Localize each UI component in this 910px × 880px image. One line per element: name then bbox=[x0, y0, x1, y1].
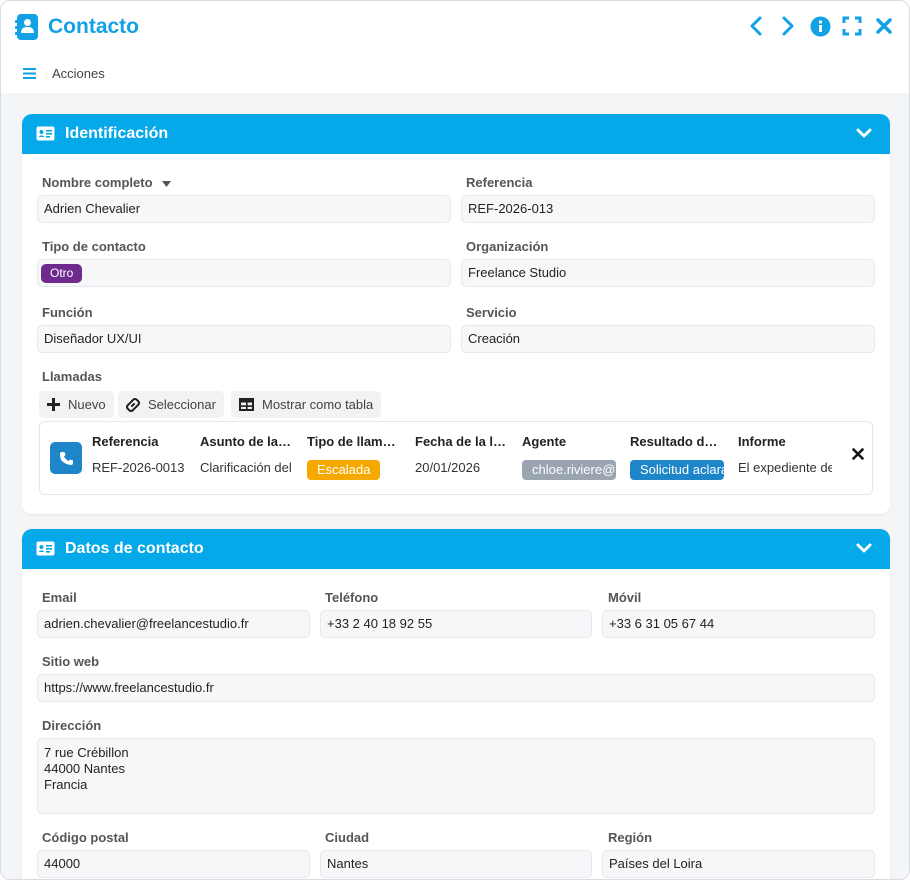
tipo-contacto-label: Tipo de contacto bbox=[42, 239, 146, 254]
col-header: Referencia bbox=[92, 434, 159, 449]
funcion-field[interactable]: Diseñador UX/UI bbox=[37, 325, 451, 353]
nuevo-button[interactable]: Nuevo bbox=[39, 391, 114, 418]
seleccionar-button[interactable]: Seleccionar bbox=[118, 391, 224, 418]
cell-informe: El expediente del bbox=[738, 460, 832, 475]
fullscreen-button[interactable] bbox=[841, 15, 863, 37]
movil-field[interactable]: +33 6 31 05 67 44 bbox=[602, 610, 875, 638]
contact-panel: Datos de contacto Email adrien.chevalier… bbox=[22, 529, 890, 879]
contact-panel-header[interactable]: Datos de contacto bbox=[22, 529, 890, 569]
servicio-label: Servicio bbox=[466, 305, 517, 320]
cell-referencia: REF-2026-0013 bbox=[92, 460, 185, 475]
tipo-contacto-tag: Otro bbox=[41, 264, 83, 283]
telefono-label: Teléfono bbox=[325, 590, 379, 605]
funcion-label: Función bbox=[42, 305, 93, 320]
region-field[interactable]: Países del Loira bbox=[602, 850, 875, 878]
cp-field[interactable]: 44000 bbox=[37, 850, 310, 878]
region-label: Región bbox=[608, 830, 653, 845]
col-header: Resultado de la llamada bbox=[630, 434, 724, 449]
email-field[interactable]: adrien.chevalier@freelancestudio.fr bbox=[37, 610, 310, 638]
id-card-icon bbox=[36, 541, 55, 556]
referencia-label: Referencia bbox=[466, 175, 533, 190]
ciudad-label: Ciudad bbox=[325, 830, 370, 845]
col-header: Informe bbox=[738, 434, 786, 449]
caret-down-icon bbox=[162, 180, 172, 187]
link-icon bbox=[126, 397, 140, 412]
window-controls bbox=[745, 15, 895, 37]
next-record-button[interactable] bbox=[777, 15, 799, 37]
nombre-field[interactable]: Adrien Chevalier bbox=[37, 195, 451, 223]
previous-record-button[interactable] bbox=[745, 15, 767, 37]
id-card-icon bbox=[36, 126, 55, 141]
resultado-badge: Solicitud aclaración bbox=[630, 460, 724, 480]
table-icon bbox=[239, 398, 254, 411]
close-icon bbox=[876, 18, 892, 34]
remove-llamada-icon[interactable] bbox=[852, 448, 864, 460]
movil-label: Móvil bbox=[608, 590, 642, 605]
col-header: Asunto de la llamada bbox=[200, 434, 294, 449]
col-agente: Agente chloe.riviere@ bbox=[522, 434, 616, 484]
nombre-label[interactable]: Nombre completo bbox=[42, 175, 172, 191]
tipo-contacto-field[interactable]: Otro bbox=[37, 259, 451, 287]
plus-icon bbox=[47, 398, 60, 411]
cp-label: Código postal bbox=[42, 830, 129, 845]
email-label: Email bbox=[42, 590, 77, 605]
cell-asunto: Clarificación del expediente bbox=[200, 460, 294, 475]
col-referencia: Referencia REF-2026-0013 bbox=[92, 434, 186, 476]
identification-panel-header[interactable]: Identificación bbox=[22, 114, 890, 154]
contact-book-icon bbox=[15, 14, 38, 40]
col-tipo: Tipo de llamada Escalada bbox=[307, 434, 401, 484]
contact-title: Datos de contacto bbox=[65, 540, 204, 557]
col-fecha: Fecha de la llamada 20/01/2026 bbox=[415, 434, 509, 476]
agente-badge: chloe.riviere@ bbox=[522, 460, 616, 480]
tipo-llamada-badge: Escalada bbox=[307, 460, 381, 480]
expand-icon bbox=[842, 16, 862, 36]
web-label: Sitio web bbox=[42, 654, 100, 669]
chevron-down-icon bbox=[856, 128, 872, 138]
referencia-field[interactable]: REF-2026-013 bbox=[461, 195, 875, 223]
cell-fecha: 20/01/2026 bbox=[415, 460, 481, 475]
organizacion-field[interactable]: Freelance Studio bbox=[461, 259, 875, 287]
hamburger-icon bbox=[23, 68, 36, 79]
llamadas-label: Llamadas bbox=[42, 369, 102, 384]
direccion-field[interactable]: 7 rue Crébillon 44000 Nantes Francia bbox=[37, 738, 875, 814]
col-asunto: Asunto de la llamada Clarificación del e… bbox=[200, 434, 294, 476]
close-window-button[interactable] bbox=[873, 15, 895, 37]
contact-window: Contacto Acciones Identificación Nombre … bbox=[0, 0, 910, 880]
col-informe: Informe El expediente del bbox=[738, 434, 832, 476]
llamada-card[interactable]: Referencia REF-2026-0013 Asunto de la ll… bbox=[39, 421, 873, 495]
identification-title: Identificación bbox=[65, 125, 169, 142]
telefono-field[interactable]: +33 2 40 18 92 55 bbox=[320, 610, 592, 638]
servicio-field[interactable]: Creación bbox=[461, 325, 875, 353]
col-header: Fecha de la llamada bbox=[415, 434, 509, 449]
direccion-label: Dirección bbox=[42, 718, 102, 733]
organizacion-label: Organización bbox=[466, 239, 549, 254]
ciudad-field[interactable]: Nantes bbox=[320, 850, 592, 878]
col-header: Agente bbox=[522, 434, 567, 449]
actions-label: Acciones bbox=[52, 66, 105, 81]
info-icon bbox=[810, 16, 830, 36]
chevron-down-icon bbox=[856, 543, 872, 553]
col-resultado: Resultado de la llamada Solicitud aclara… bbox=[630, 434, 724, 484]
phone-icon bbox=[50, 442, 82, 474]
actions-menu[interactable]: Acciones bbox=[23, 66, 105, 81]
web-field[interactable]: https://www.freelancestudio.fr bbox=[37, 674, 875, 702]
window-title: Contacto bbox=[48, 15, 139, 38]
info-button[interactable] bbox=[809, 15, 831, 37]
identification-panel: Identificación Nombre completo Adrien Ch… bbox=[22, 114, 890, 514]
mostrar-tabla-button[interactable]: Mostrar como tabla bbox=[231, 391, 382, 418]
col-header: Tipo de llamada bbox=[307, 434, 401, 449]
window-header: Contacto Acciones bbox=[1, 1, 909, 93]
